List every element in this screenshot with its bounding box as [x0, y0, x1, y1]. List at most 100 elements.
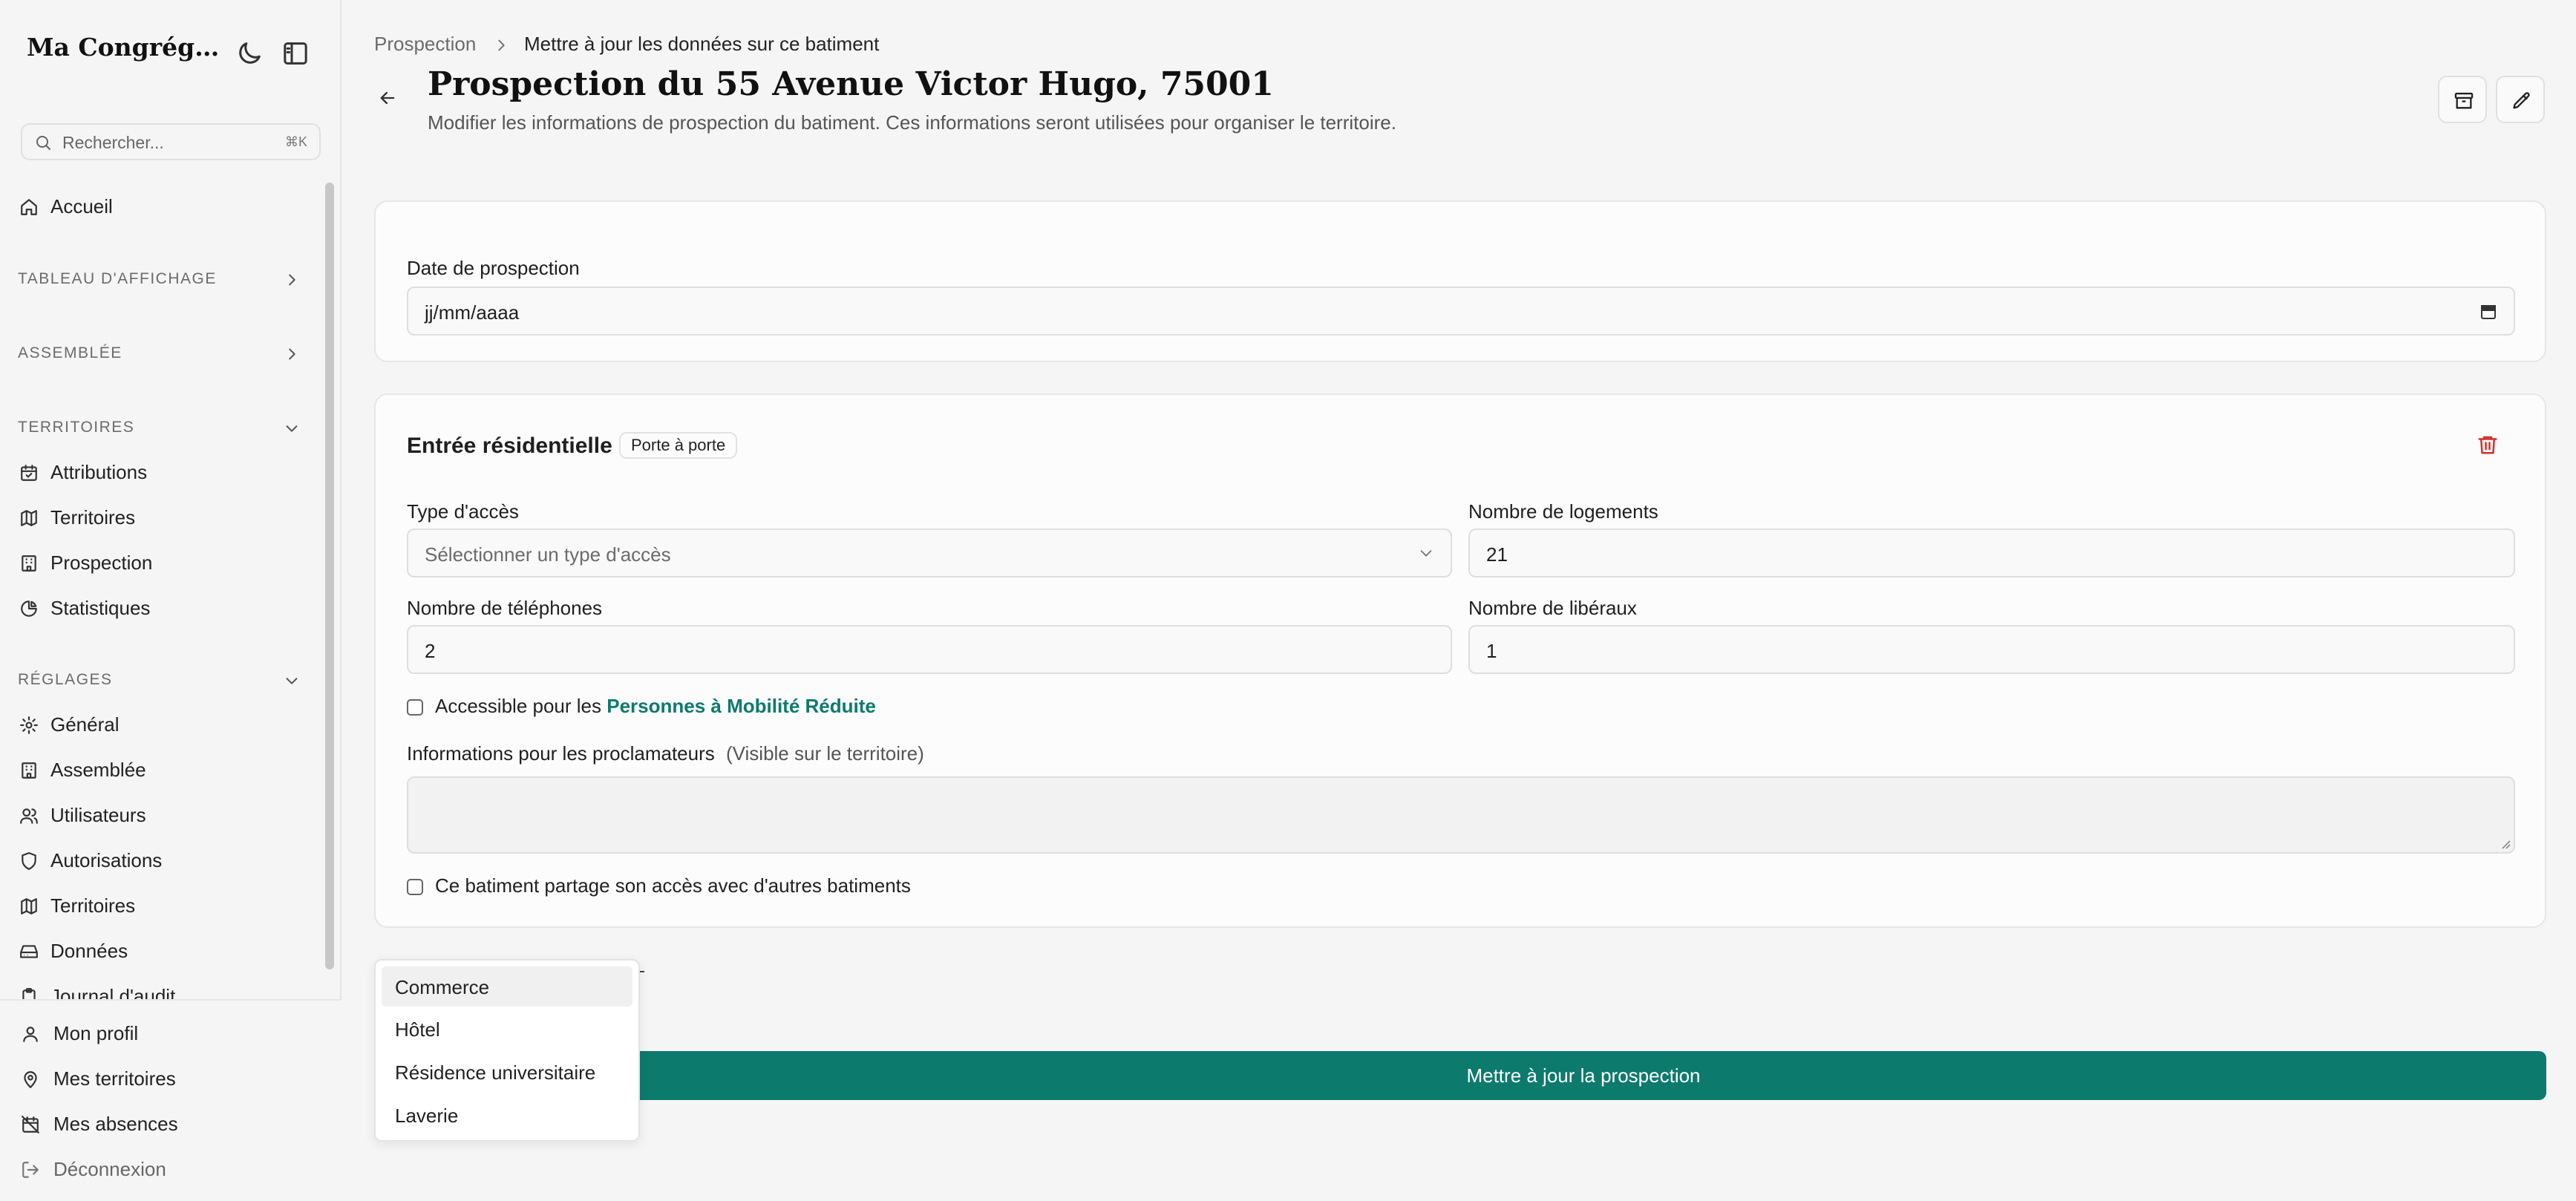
scrollbar-thumb[interactable] — [325, 183, 334, 969]
access-type-placeholder: Sélectionner un type d'accès — [425, 543, 671, 566]
info-textarea[interactable] — [407, 776, 2515, 854]
sidebar-scrollbar[interactable] — [324, 178, 336, 1002]
sidebar-item-territories[interactable]: Territoires — [0, 497, 322, 538]
dropdown-option-residence[interactable]: Résidence universitaire — [382, 1052, 632, 1092]
building-icon — [19, 761, 39, 780]
logout-button[interactable]: Déconnexion — [0, 1148, 322, 1190]
section-board[interactable]: TABLEAU D'AFFICHAGE — [0, 261, 322, 298]
phones-input[interactable]: 2 — [407, 625, 1452, 674]
dropdown-option-laundry[interactable]: Laverie — [382, 1095, 632, 1135]
sidebar-item-assembly[interactable]: Assemblée — [0, 749, 322, 791]
calendar-icon[interactable] — [2479, 303, 2497, 321]
accessible-prefix: Accessible pour les — [435, 695, 601, 717]
search-input[interactable]: Rechercher... ⌘K — [21, 123, 321, 160]
section-territories[interactable]: TERRITOIRES — [0, 410, 322, 447]
date-input[interactable]: jj/mm/aaaa — [407, 287, 2515, 336]
calendar-off-icon — [21, 1115, 40, 1134]
sidebar-item-territories-settings[interactable]: Territoires — [0, 885, 322, 926]
sidebar-item-permissions[interactable]: Autorisations — [0, 840, 322, 881]
app-brand[interactable]: Ma Congrégation — [27, 33, 220, 62]
sidebar-item-users[interactable]: Utilisateurs — [0, 794, 322, 836]
entry-card: Entrée résidentielle Porte à porte Type … — [374, 393, 2546, 928]
search-placeholder: Rechercher... — [62, 133, 164, 152]
liberal-label: Nombre de libéraux — [1468, 597, 1637, 619]
section-label: ASSEMBLÉE — [18, 344, 122, 361]
sidebar-item-audit-log[interactable]: Journal d'audit — [0, 975, 322, 999]
section-assembly[interactable]: ASSEMBLÉE — [0, 336, 322, 373]
chevron-down-icon — [284, 420, 300, 436]
option-label: Commerce — [395, 976, 490, 998]
resize-grip-icon[interactable] — [2500, 839, 2511, 849]
sidebar-item-label: Statistiques — [50, 597, 151, 619]
date-card: Date de prospection jj/mm/aaaa — [374, 200, 2546, 362]
breadcrumb-parent[interactable]: Prospection — [374, 33, 476, 56]
sidebar-footer: Mon profil Mes territoires Mes absences … — [0, 999, 341, 1201]
sidebar-item-label: Général — [50, 713, 120, 736]
sidebar-item-label: Mon profil — [53, 1022, 139, 1044]
sidebar: Ma Congrégation Rechercher... ⌘K Accueil… — [0, 0, 341, 1201]
sidebar-item-label: Mes territoires — [53, 1067, 176, 1090]
submit-button[interactable]: Mettre à jour la prospection — [621, 1051, 2546, 1100]
section-label: TABLEAU D'AFFICHAGE — [18, 270, 217, 287]
sidebar-item-profile[interactable]: Mon profil — [0, 1012, 322, 1054]
breadcrumb-current: Mettre à jour les données sur ce batimen… — [524, 33, 880, 55]
dropdown-option-hotel[interactable]: Hôtel — [382, 1009, 632, 1049]
sidebar-item-general[interactable]: Général — [0, 704, 322, 745]
access-type-label: Type d'accès — [407, 500, 519, 523]
sidebar-toggle-icon[interactable] — [281, 39, 310, 68]
date-label: Date de prospection — [407, 257, 580, 279]
accessible-checkbox[interactable] — [407, 699, 423, 716]
archive-button[interactable] — [2438, 76, 2487, 123]
sidebar-item-absences[interactable]: Mes absences — [0, 1103, 322, 1145]
dark-mode-icon[interactable] — [235, 39, 264, 68]
home-icon — [19, 197, 39, 217]
sidebar-item-label: Territoires — [50, 894, 136, 917]
housing-input[interactable]: 21 — [1468, 528, 2515, 577]
page-subtitle: Modifier les informations de prospection… — [428, 111, 1396, 134]
sidebar-item-data[interactable]: Données — [0, 930, 322, 972]
logout-label: Déconnexion — [53, 1158, 166, 1180]
housing-label: Nombre de logements — [1468, 500, 1658, 523]
hard-drive-icon — [19, 942, 39, 961]
option-label: Hôtel — [395, 1018, 440, 1041]
sidebar-item-label: Territoires — [50, 506, 136, 528]
liberal-value: 1 — [1486, 640, 1497, 662]
trash-icon[interactable] — [2477, 433, 2499, 456]
liberal-input[interactable]: 1 — [1468, 625, 2515, 674]
entry-title: Entrée résidentielle — [407, 433, 612, 458]
shield-icon — [19, 851, 39, 871]
phones-value: 2 — [425, 640, 436, 662]
access-type-select[interactable]: Sélectionner un type d'accès — [407, 528, 1452, 577]
sidebar-item-prospection[interactable]: Prospection — [0, 542, 322, 583]
section-settings[interactable]: RÉGLAGES — [0, 662, 322, 699]
sidebar-item-statistics[interactable]: Statistiques — [0, 587, 322, 629]
shared-access-label[interactable]: Ce batiment partage son accès avec d'aut… — [435, 874, 911, 897]
pie-chart-icon — [19, 599, 39, 618]
sidebar-item-home[interactable]: Accueil — [0, 186, 322, 227]
info-hint: (Visible sur le territoire) — [725, 742, 924, 765]
dropdown-option-commerce[interactable]: Commerce — [382, 966, 632, 1007]
info-label: Informations pour les proclamateurs (Vis… — [407, 742, 924, 765]
add-entry-trigger[interactable] — [640, 971, 644, 972]
map-icon — [19, 508, 39, 528]
sidebar-item-label: Prospection — [50, 552, 153, 574]
back-arrow-icon[interactable] — [377, 88, 398, 108]
shared-access-checkbox[interactable] — [407, 879, 423, 895]
accessible-label[interactable]: Accessible pour les Personnes à Mobilité… — [435, 695, 876, 718]
clipboard-icon — [19, 987, 39, 999]
chevron-right-icon — [284, 272, 300, 288]
sidebar-item-attributions[interactable]: Attributions — [0, 451, 322, 493]
entry-type-dropdown: Commerce Hôtel Résidence universitaire L… — [374, 959, 640, 1142]
section-label: RÉGLAGES — [18, 671, 113, 688]
sidebar-item-label: Données — [50, 940, 128, 962]
building-icon — [19, 554, 39, 573]
edit-button[interactable] — [2496, 76, 2545, 123]
users-icon — [19, 806, 39, 825]
sidebar-item-label: Attributions — [50, 461, 148, 483]
chevron-down-icon — [1418, 545, 1434, 561]
sidebar-item-my-territories[interactable]: Mes territoires — [0, 1058, 322, 1099]
phones-label: Nombre de téléphones — [407, 597, 603, 619]
date-value: jj/mm/aaaa — [425, 301, 520, 324]
chevron-right-icon — [493, 37, 509, 53]
sidebar-item-label: Journal d'audit — [50, 985, 176, 999]
